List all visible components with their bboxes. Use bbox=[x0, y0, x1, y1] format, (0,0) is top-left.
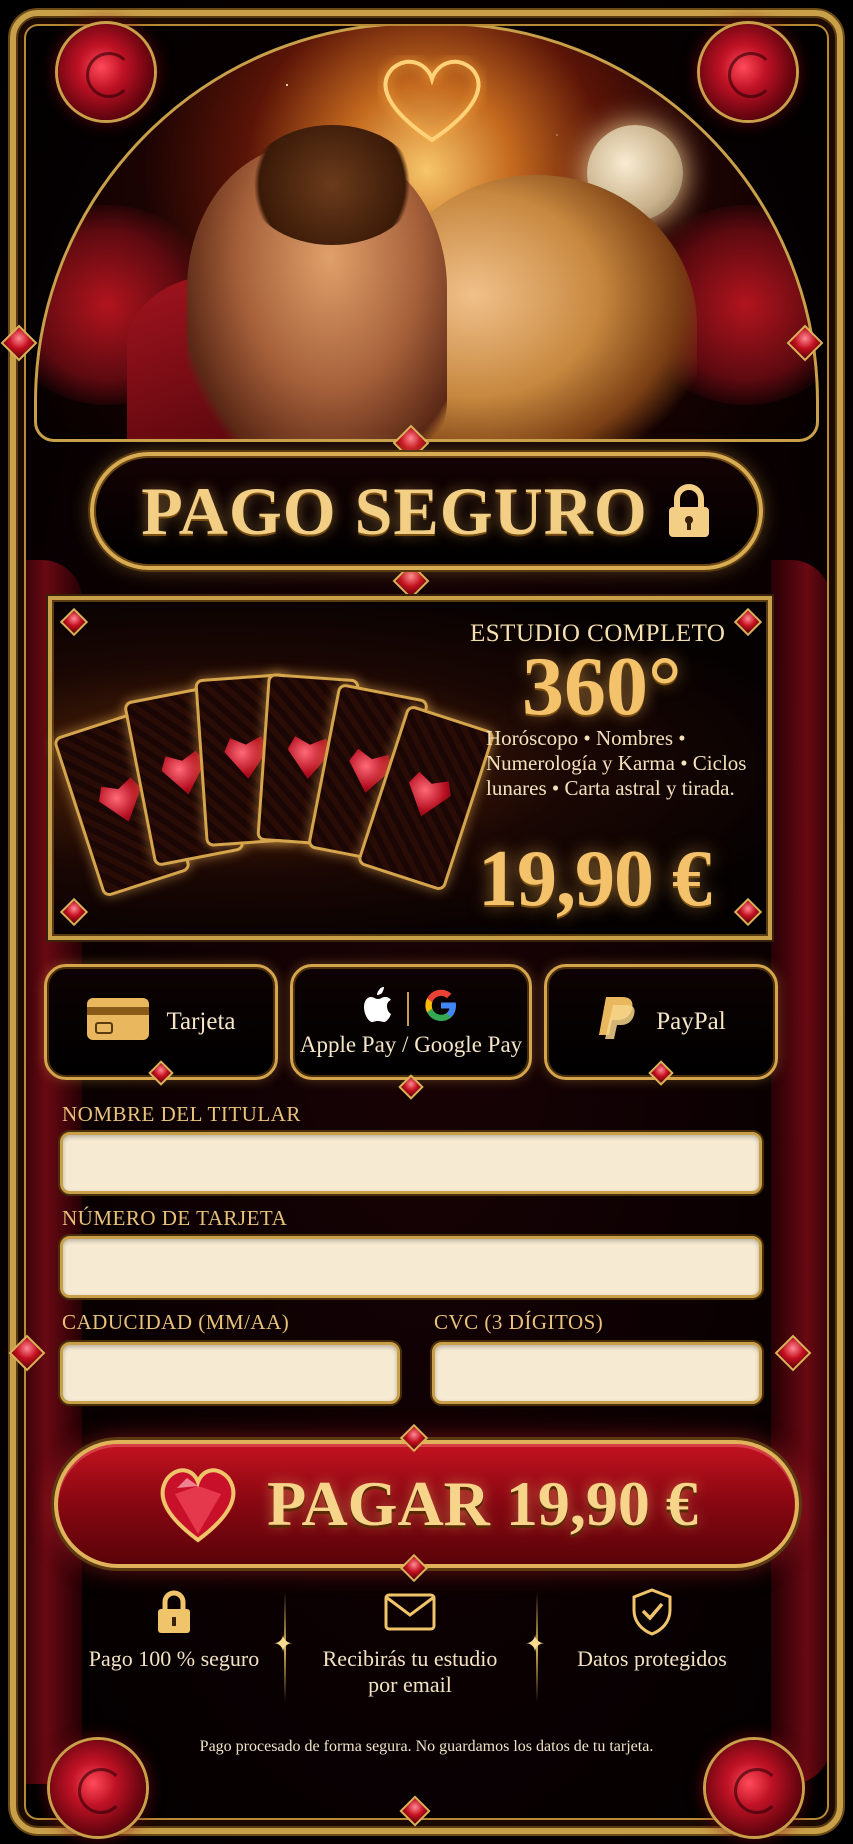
credit-card-icon bbox=[86, 997, 150, 1048]
trust-email-label: Recibirás tu estudio por email bbox=[322, 1646, 498, 1697]
trust-data: Datos protegidos bbox=[552, 1586, 752, 1672]
lock-icon bbox=[666, 483, 712, 539]
paypal-icon bbox=[596, 995, 640, 1050]
trust-email: Recibirás tu estudio por email bbox=[310, 1586, 510, 1698]
secure-payment-banner: PAGO SEGURO bbox=[90, 452, 763, 570]
trust-secure: Pago 100 % seguro bbox=[74, 1586, 274, 1672]
expiry-input[interactable] bbox=[60, 1342, 400, 1404]
shield-check-icon bbox=[552, 1586, 752, 1638]
pay-button-label: PAGAR 19,90 € bbox=[267, 1468, 698, 1539]
cvc-label: CVC (3 DÍGITOS) bbox=[434, 1310, 604, 1334]
cardholder-name-label: NOMBRE DEL TITULAR bbox=[62, 1102, 301, 1126]
payment-method-paypal-label: PayPal bbox=[656, 1008, 726, 1035]
trust-data-label: Datos protegidos bbox=[577, 1646, 727, 1671]
lock-icon bbox=[74, 1586, 274, 1638]
product-price: 19,90 € bbox=[478, 835, 712, 923]
tarot-cards-illustration bbox=[52, 650, 506, 910]
pay-button[interactable]: PAGAR 19,90 € bbox=[54, 1440, 799, 1568]
page-title: PAGO SEGURO bbox=[141, 472, 648, 549]
payment-method-wallet-label: Apple Pay / Google Pay bbox=[299, 1032, 523, 1057]
ruby-heart-icon bbox=[155, 1464, 241, 1544]
expiry-label: CADUCIDAD (MM/AA) bbox=[62, 1310, 290, 1334]
product-degree: 360° bbox=[522, 640, 682, 733]
cvc-input[interactable] bbox=[432, 1342, 762, 1404]
card-number-input[interactable] bbox=[60, 1236, 762, 1298]
footer-note: Pago procesado de forma segura. No guard… bbox=[199, 1738, 654, 1755]
product-description: Horóscopo • Nombres • Numerología y Karm… bbox=[486, 726, 747, 800]
envelope-icon bbox=[310, 1586, 510, 1638]
divider bbox=[407, 991, 409, 1026]
sparkle-divider bbox=[273, 1592, 293, 1702]
rose-top-right bbox=[700, 24, 796, 120]
payment-method-card-label: Tarjeta bbox=[166, 1008, 236, 1035]
payment-method-wallet[interactable]: Apple Pay / Google Pay bbox=[290, 964, 532, 1080]
cardholder-name-input[interactable] bbox=[60, 1132, 762, 1194]
google-icon bbox=[423, 987, 459, 1030]
trust-secure-label: Pago 100 % seguro bbox=[88, 1646, 260, 1671]
apple-icon bbox=[363, 987, 393, 1030]
card-number-label: NÚMERO DE TARJETA bbox=[62, 1206, 288, 1230]
rose-top-left bbox=[58, 24, 154, 120]
sparkle-divider bbox=[525, 1592, 545, 1702]
